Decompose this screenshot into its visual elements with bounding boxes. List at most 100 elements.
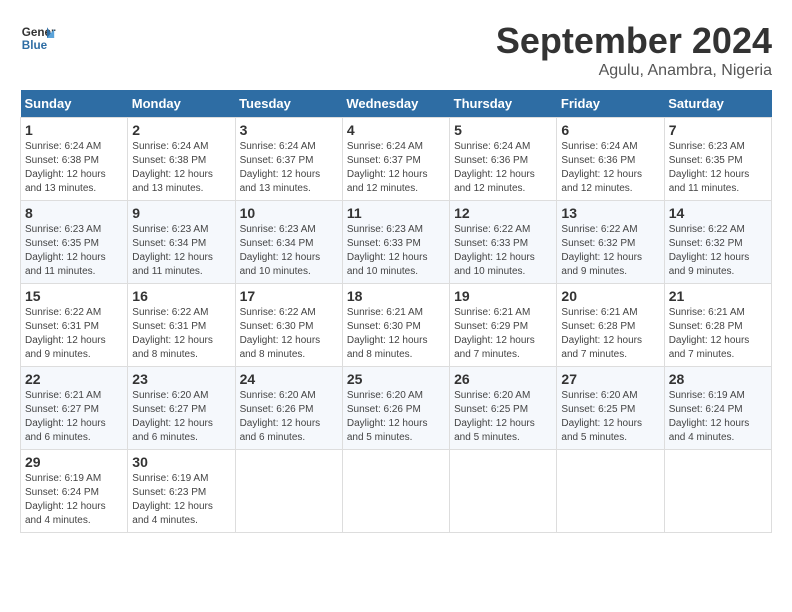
table-cell: 17 Sunrise: 6:22 AM Sunset: 6:30 PM Dayl… [235,284,342,367]
day-info: Sunrise: 6:23 AM Sunset: 6:35 PM Dayligh… [25,223,123,279]
table-cell: 29 Sunrise: 6:19 AM Sunset: 6:24 PM Dayl… [21,450,128,533]
day-number: 18 [347,288,445,304]
day-number: 14 [669,205,767,221]
table-cell: 3 Sunrise: 6:24 AM Sunset: 6:37 PM Dayli… [235,118,342,201]
table-cell: 8 Sunrise: 6:23 AM Sunset: 6:35 PM Dayli… [21,201,128,284]
table-cell: 2 Sunrise: 6:24 AM Sunset: 6:38 PM Dayli… [128,118,235,201]
day-number: 25 [347,371,445,387]
header-friday: Friday [557,90,664,118]
day-number: 11 [347,205,445,221]
day-number: 1 [25,122,123,138]
day-info: Sunrise: 6:23 AM Sunset: 6:34 PM Dayligh… [132,223,230,279]
table-cell: 25 Sunrise: 6:20 AM Sunset: 6:26 PM Dayl… [342,367,449,450]
day-info: Sunrise: 6:24 AM Sunset: 6:36 PM Dayligh… [454,140,552,196]
day-info: Sunrise: 6:24 AM Sunset: 6:38 PM Dayligh… [25,140,123,196]
calendar-row: 8 Sunrise: 6:23 AM Sunset: 6:35 PM Dayli… [21,201,772,284]
logo-icon: General Blue [20,20,56,56]
day-number: 5 [454,122,552,138]
day-info: Sunrise: 6:21 AM Sunset: 6:30 PM Dayligh… [347,306,445,362]
table-cell: 11 Sunrise: 6:23 AM Sunset: 6:33 PM Dayl… [342,201,449,284]
day-number: 8 [25,205,123,221]
header-thursday: Thursday [450,90,557,118]
day-info: Sunrise: 6:24 AM Sunset: 6:36 PM Dayligh… [561,140,659,196]
day-number: 9 [132,205,230,221]
day-number: 15 [25,288,123,304]
day-number: 27 [561,371,659,387]
table-cell: 23 Sunrise: 6:20 AM Sunset: 6:27 PM Dayl… [128,367,235,450]
table-cell [235,450,342,533]
day-info: Sunrise: 6:20 AM Sunset: 6:27 PM Dayligh… [132,389,230,445]
logo: General Blue [20,20,56,56]
header-saturday: Saturday [664,90,771,118]
day-info: Sunrise: 6:20 AM Sunset: 6:25 PM Dayligh… [454,389,552,445]
calendar-row: 22 Sunrise: 6:21 AM Sunset: 6:27 PM Dayl… [21,367,772,450]
table-cell: 14 Sunrise: 6:22 AM Sunset: 6:32 PM Dayl… [664,201,771,284]
day-info: Sunrise: 6:24 AM Sunset: 6:38 PM Dayligh… [132,140,230,196]
day-info: Sunrise: 6:23 AM Sunset: 6:34 PM Dayligh… [240,223,338,279]
table-cell: 24 Sunrise: 6:20 AM Sunset: 6:26 PM Dayl… [235,367,342,450]
day-number: 21 [669,288,767,304]
day-number: 20 [561,288,659,304]
table-cell: 10 Sunrise: 6:23 AM Sunset: 6:34 PM Dayl… [235,201,342,284]
svg-text:Blue: Blue [22,39,48,52]
table-cell: 21 Sunrise: 6:21 AM Sunset: 6:28 PM Dayl… [664,284,771,367]
table-cell: 18 Sunrise: 6:21 AM Sunset: 6:30 PM Dayl… [342,284,449,367]
table-cell: 30 Sunrise: 6:19 AM Sunset: 6:23 PM Dayl… [128,450,235,533]
calendar-row: 15 Sunrise: 6:22 AM Sunset: 6:31 PM Dayl… [21,284,772,367]
table-cell: 15 Sunrise: 6:22 AM Sunset: 6:31 PM Dayl… [21,284,128,367]
day-info: Sunrise: 6:22 AM Sunset: 6:32 PM Dayligh… [561,223,659,279]
day-number: 16 [132,288,230,304]
calendar-row: 1 Sunrise: 6:24 AM Sunset: 6:38 PM Dayli… [21,118,772,201]
title-section: September 2024 Agulu, Anambra, Nigeria [496,20,772,80]
table-cell: 4 Sunrise: 6:24 AM Sunset: 6:37 PM Dayli… [342,118,449,201]
header-row: Sunday Monday Tuesday Wednesday Thursday… [21,90,772,118]
day-info: Sunrise: 6:23 AM Sunset: 6:33 PM Dayligh… [347,223,445,279]
calendar-table: Sunday Monday Tuesday Wednesday Thursday… [20,90,772,533]
day-number: 19 [454,288,552,304]
day-info: Sunrise: 6:21 AM Sunset: 6:28 PM Dayligh… [669,306,767,362]
day-number: 24 [240,371,338,387]
day-number: 2 [132,122,230,138]
table-cell: 1 Sunrise: 6:24 AM Sunset: 6:38 PM Dayli… [21,118,128,201]
header-wednesday: Wednesday [342,90,449,118]
day-info: Sunrise: 6:20 AM Sunset: 6:26 PM Dayligh… [240,389,338,445]
header-sunday: Sunday [21,90,128,118]
day-number: 23 [132,371,230,387]
table-cell [557,450,664,533]
day-info: Sunrise: 6:20 AM Sunset: 6:26 PM Dayligh… [347,389,445,445]
month-title: September 2024 [496,20,772,62]
day-info: Sunrise: 6:19 AM Sunset: 6:24 PM Dayligh… [25,472,123,528]
table-cell: 5 Sunrise: 6:24 AM Sunset: 6:36 PM Dayli… [450,118,557,201]
header-tuesday: Tuesday [235,90,342,118]
calendar-row: 29 Sunrise: 6:19 AM Sunset: 6:24 PM Dayl… [21,450,772,533]
day-info: Sunrise: 6:23 AM Sunset: 6:35 PM Dayligh… [669,140,767,196]
day-number: 10 [240,205,338,221]
table-cell [342,450,449,533]
day-number: 30 [132,454,230,470]
table-cell: 13 Sunrise: 6:22 AM Sunset: 6:32 PM Dayl… [557,201,664,284]
page-header: General Blue September 2024 Agulu, Anamb… [20,20,772,80]
day-info: Sunrise: 6:21 AM Sunset: 6:28 PM Dayligh… [561,306,659,362]
table-cell: 7 Sunrise: 6:23 AM Sunset: 6:35 PM Dayli… [664,118,771,201]
day-info: Sunrise: 6:24 AM Sunset: 6:37 PM Dayligh… [240,140,338,196]
table-cell: 22 Sunrise: 6:21 AM Sunset: 6:27 PM Dayl… [21,367,128,450]
day-number: 6 [561,122,659,138]
table-cell [450,450,557,533]
day-info: Sunrise: 6:19 AM Sunset: 6:23 PM Dayligh… [132,472,230,528]
header-monday: Monday [128,90,235,118]
location-title: Agulu, Anambra, Nigeria [496,62,772,80]
day-number: 29 [25,454,123,470]
table-cell: 20 Sunrise: 6:21 AM Sunset: 6:28 PM Dayl… [557,284,664,367]
day-info: Sunrise: 6:19 AM Sunset: 6:24 PM Dayligh… [669,389,767,445]
table-cell: 16 Sunrise: 6:22 AM Sunset: 6:31 PM Dayl… [128,284,235,367]
day-info: Sunrise: 6:21 AM Sunset: 6:27 PM Dayligh… [25,389,123,445]
day-number: 17 [240,288,338,304]
day-info: Sunrise: 6:22 AM Sunset: 6:31 PM Dayligh… [132,306,230,362]
day-number: 3 [240,122,338,138]
day-info: Sunrise: 6:22 AM Sunset: 6:31 PM Dayligh… [25,306,123,362]
day-info: Sunrise: 6:22 AM Sunset: 6:32 PM Dayligh… [669,223,767,279]
table-cell: 27 Sunrise: 6:20 AM Sunset: 6:25 PM Dayl… [557,367,664,450]
day-info: Sunrise: 6:22 AM Sunset: 6:30 PM Dayligh… [240,306,338,362]
table-cell: 6 Sunrise: 6:24 AM Sunset: 6:36 PM Dayli… [557,118,664,201]
table-cell: 26 Sunrise: 6:20 AM Sunset: 6:25 PM Dayl… [450,367,557,450]
